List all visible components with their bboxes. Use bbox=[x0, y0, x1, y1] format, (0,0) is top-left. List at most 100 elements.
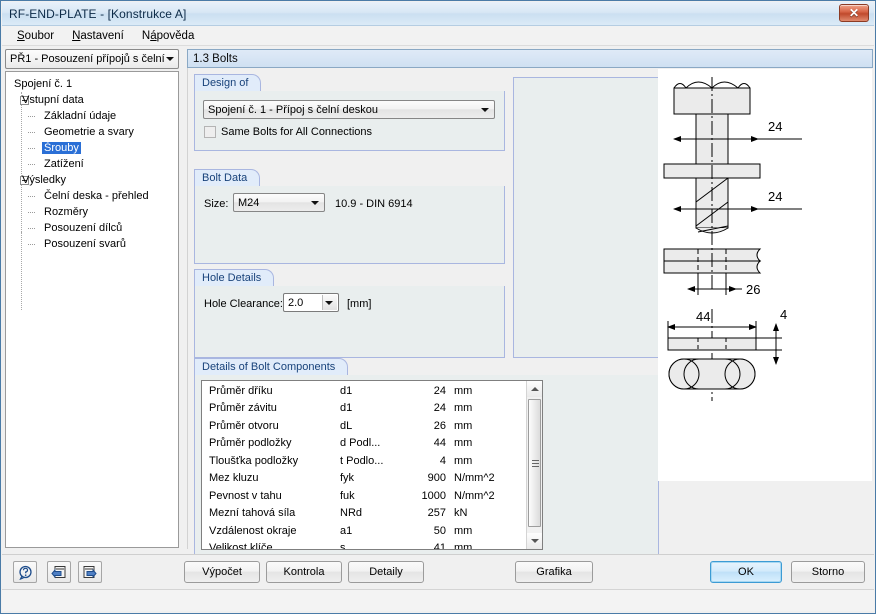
cell-name: Mez kluzu bbox=[209, 472, 259, 485]
table-row[interactable]: Průměr podložky d Podl... 44 mm bbox=[202, 435, 526, 453]
cell-symbol: d1 bbox=[340, 402, 353, 415]
cell-value: 26 bbox=[433, 419, 446, 432]
navigation-tree[interactable]: Spojení č. 1 Vstupní data Základní údaje Ge… bbox=[5, 71, 179, 548]
cell-value: 4 bbox=[439, 454, 446, 467]
cell-symbol: fyk bbox=[340, 472, 355, 485]
cell-name: Vzdálenost okraje bbox=[209, 524, 297, 537]
tree-item-10[interactable]: Posouzení svarů bbox=[10, 236, 178, 252]
cell-value: 41 bbox=[433, 542, 446, 550]
checkbox-box bbox=[204, 126, 216, 138]
table-row[interactable]: Mez kluzu fyk 900 N/mm^2 bbox=[202, 470, 526, 488]
tree-guide-dash bbox=[28, 148, 35, 149]
tree-item-label: Spojení č. 1 bbox=[14, 78, 73, 90]
cell-name: Průměr závitu bbox=[209, 402, 277, 415]
bolt-size-value: M24 bbox=[238, 196, 260, 209]
ok-button[interactable]: OK bbox=[710, 561, 782, 583]
tree-guide-dash bbox=[28, 116, 35, 117]
tree-item-0[interactable]: Spojení č. 1 bbox=[10, 76, 178, 92]
tree-item-label: Výsledky bbox=[22, 174, 67, 186]
same-bolts-checkbox[interactable]: Same Bolts for All Connections bbox=[204, 126, 372, 138]
bolt-components-table[interactable]: Průměr dříku d1 24 mm Průměr závitu d1 24 mm Prů… bbox=[201, 380, 543, 550]
cancel-button[interactable]: Storno bbox=[791, 561, 865, 583]
tree-item-6[interactable]: Výsledky bbox=[10, 172, 178, 188]
cell-symbol: d Podl... bbox=[340, 437, 381, 450]
table-row[interactable]: Velikost klíče s 41 mm bbox=[202, 540, 526, 550]
cell-unit: kN bbox=[454, 507, 468, 520]
tree-item-9[interactable]: Posouzení dílců bbox=[10, 220, 178, 236]
cell-unit: N/mm^2 bbox=[454, 489, 495, 502]
menu-bar: Soubor Nastavení Nápověda bbox=[2, 26, 874, 46]
cell-symbol: dL bbox=[340, 419, 353, 432]
chevron-down-icon bbox=[311, 200, 319, 205]
menu-item-nastaveni[interactable]: Nastavení bbox=[63, 28, 133, 44]
tree-item-3[interactable]: Geometrie a svary bbox=[10, 124, 178, 140]
connection-select-value: Spojení č. 1 - Přípoj s čelní deskou bbox=[208, 103, 378, 116]
table-row[interactable]: Tloušťka podložky t Podlo... 4 mm bbox=[202, 452, 526, 470]
group-hole-details: Hole Details Hole Clearance: 2.0 [mm] bbox=[194, 269, 505, 358]
cell-name: Průměr podložky bbox=[209, 437, 292, 450]
chevron-down-icon bbox=[325, 300, 333, 305]
size-label: Size: bbox=[204, 198, 229, 210]
tree-item-4[interactable]: Šrouby bbox=[10, 140, 178, 156]
tree-item-5[interactable]: Zatížení bbox=[10, 156, 178, 172]
help-icon[interactable] bbox=[13, 561, 37, 583]
menu-item-napoveda[interactable]: Nápověda bbox=[133, 28, 203, 44]
tab-bolts[interactable]: 1.3 Bolts bbox=[187, 49, 873, 68]
cell-name: Průměr dříku bbox=[209, 384, 273, 397]
group-bolt-data: Bolt Data Size: M24 10.9 - DIN 6914 bbox=[194, 169, 505, 264]
tab-title: 1.3 Bolts bbox=[193, 52, 238, 65]
scrollbar-thumb[interactable] bbox=[528, 399, 541, 527]
previous-icon[interactable] bbox=[47, 561, 71, 583]
cell-name: Mezní tahová síla bbox=[209, 507, 296, 520]
hole-clearance-select[interactable]: 2.0 bbox=[283, 293, 339, 312]
cell-unit: mm bbox=[454, 454, 473, 467]
table-row[interactable]: Průměr otvoru dL 26 mm bbox=[202, 417, 526, 435]
check-button[interactable]: Kontrola bbox=[266, 561, 342, 583]
table-row[interactable]: Pevnost v tahu fuk 1000 N/mm^2 bbox=[202, 487, 526, 505]
details-button[interactable]: Detaily bbox=[348, 561, 424, 583]
cell-unit: mm bbox=[454, 542, 473, 550]
next-icon[interactable] bbox=[78, 561, 102, 583]
cell-value: 900 bbox=[427, 472, 446, 485]
menu-item-soubor[interactable]: Soubor bbox=[8, 28, 63, 44]
table-scrollbar[interactable] bbox=[526, 381, 542, 549]
tree-item-label: Šrouby bbox=[42, 142, 81, 154]
tree-guide-dash bbox=[28, 212, 35, 213]
module-select[interactable]: PŘ1 - Posouzení přípojů s čelní bbox=[5, 49, 179, 69]
tree-item-8[interactable]: Rozměry bbox=[10, 204, 178, 220]
close-icon[interactable]: ✕ bbox=[839, 4, 869, 22]
dim-thread-text: 24 bbox=[768, 189, 782, 204]
bolt-drawing-panel[interactable]: 24 24 26 44 4 bbox=[658, 69, 872, 481]
tree-guide-dash bbox=[28, 132, 35, 133]
table-row[interactable]: Mezní tahová síla NRd 257 kN bbox=[202, 505, 526, 523]
bolt-size-select[interactable]: M24 bbox=[233, 193, 325, 212]
window-title: RF-END-PLATE - [Konstrukce A] bbox=[9, 6, 187, 21]
connection-select[interactable]: Spojení č. 1 - Přípoj s čelní deskou bbox=[203, 100, 495, 119]
scroll-down-icon[interactable] bbox=[527, 533, 542, 549]
tree-guide-dash bbox=[28, 228, 35, 229]
module-select-value: PŘ1 - Posouzení přípojů s čelní bbox=[10, 53, 165, 65]
graphics-button[interactable]: Grafika bbox=[515, 561, 593, 583]
cell-value: 44 bbox=[433, 437, 446, 450]
table-row[interactable]: Průměr závitu d1 24 mm bbox=[202, 400, 526, 418]
application-window: RF-END-PLATE - [Konstrukce A] ✕ Soubor N… bbox=[0, 0, 876, 614]
tree-item-1[interactable]: Vstupní data bbox=[10, 92, 178, 108]
group-design-of: Design of Spojení č. 1 - Přípoj s čelní … bbox=[194, 74, 505, 151]
group-design-of-title: Design of bbox=[194, 74, 262, 91]
tree-item-7[interactable]: Čelní deska - přehled bbox=[10, 188, 178, 204]
group-details-title: Details of Bolt Components bbox=[194, 358, 349, 375]
tree-item-2[interactable]: Základní údaje bbox=[10, 108, 178, 124]
cell-value: 50 bbox=[433, 524, 446, 537]
tree-item-label: Zatížení bbox=[44, 158, 84, 170]
tree-guide-dash bbox=[28, 164, 35, 165]
cell-unit: mm bbox=[454, 402, 473, 415]
cell-value: 257 bbox=[427, 507, 446, 520]
table-row[interactable]: Vzdálenost okraje a1 50 mm bbox=[202, 522, 526, 540]
calculate-button[interactable]: Výpočet bbox=[184, 561, 260, 583]
tree-item-label: Rozměry bbox=[44, 206, 89, 218]
cell-symbol: NRd bbox=[340, 507, 363, 520]
group-details-of-bolt-components: Details of Bolt Components Průměr dříku d… bbox=[194, 358, 659, 555]
same-bolts-label: Same Bolts for All Connections bbox=[221, 126, 373, 138]
scroll-up-icon[interactable] bbox=[527, 381, 542, 397]
table-row[interactable]: Průměr dříku d1 24 mm bbox=[202, 382, 526, 400]
